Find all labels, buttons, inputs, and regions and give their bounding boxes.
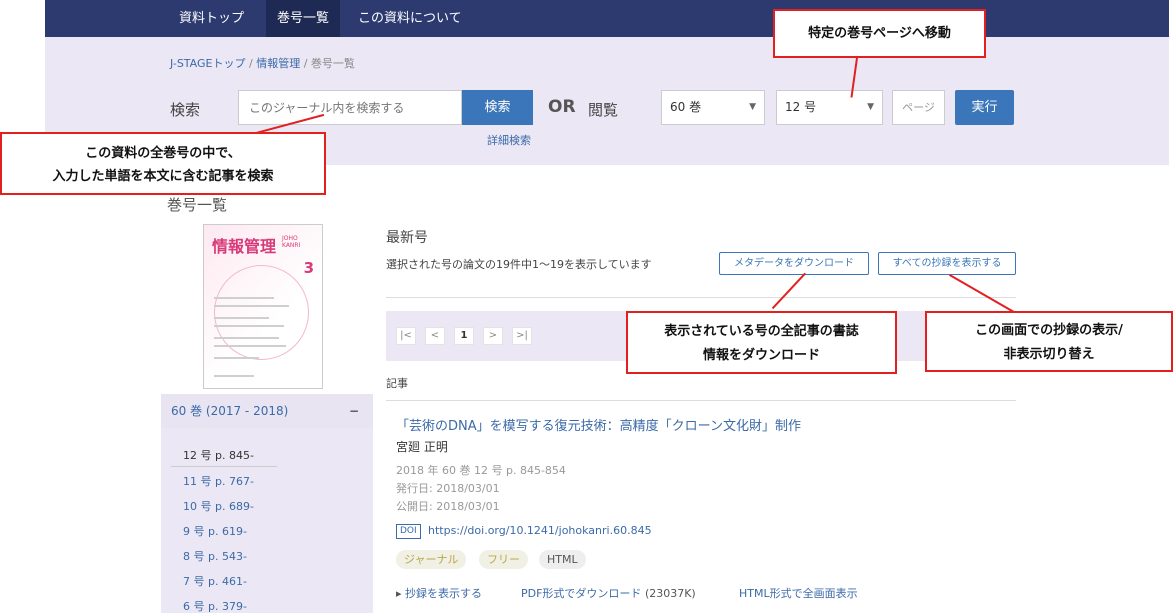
top-nav: 資料トップ 巻号一覧 この資料について: [45, 0, 1169, 37]
nav-item-issue-list[interactable]: 巻号一覧: [266, 0, 341, 37]
cover-text-line: [214, 357, 259, 359]
cover-text-line: [214, 337, 279, 339]
article-title-link[interactable]: 「芸術のDNA」を模写する復元技術：高精度「クローン文化財」制作: [396, 415, 801, 434]
issue-select-value: 12 号: [785, 100, 817, 114]
search-input[interactable]: [238, 90, 462, 125]
doi-badge: DOI: [396, 524, 421, 539]
cover-text-line: [214, 325, 284, 327]
collapse-icon[interactable]: −: [349, 394, 359, 428]
volume-select-value: 60 巻: [670, 100, 702, 114]
pdf-download-link[interactable]: PDF形式でダウンロード (23037K): [521, 585, 696, 601]
next-page-button[interactable]: >: [483, 327, 503, 345]
cover-text-line: [214, 297, 274, 299]
latest-issue-label: 最新号: [386, 230, 428, 246]
volume-label: 60 巻 (2017 - 2018): [171, 404, 289, 418]
breadcrumb-current: 巻号一覧: [310, 57, 355, 70]
html-full-link[interactable]: HTML形式で全画面表示: [739, 585, 858, 601]
issue-item-9[interactable]: 9 号 p. 619-: [183, 523, 247, 539]
search-label: 検索: [170, 101, 201, 119]
breadcrumb-separator: /: [248, 57, 253, 70]
chevron-down-icon: ▼: [867, 102, 874, 112]
breadcrumb-separator: /: [303, 57, 308, 70]
article-issued-date: 発行日: 2018/03/01: [396, 482, 500, 495]
caret-right-icon: ▸: [396, 587, 406, 600]
doi-link[interactable]: https://doi.org/10.1241/johokanri.60.845: [428, 524, 652, 537]
callout-text: 情報をダウンロード: [702, 348, 820, 363]
page-1-button[interactable]: 1: [454, 327, 474, 345]
browse-label: 閲覧: [588, 101, 619, 119]
section-title: 巻号一覧: [167, 196, 228, 214]
callout-abstract: この画面での抄録の表示/ 非表示切り替え: [925, 311, 1173, 372]
issue-list: 12 号 p. 845- 11 号 p. 767- 10 号 p. 689- 9…: [161, 428, 373, 613]
cover-subtitle: JOHO KANRI: [282, 235, 300, 249]
divider: [171, 466, 277, 467]
volume-select[interactable]: 60 巻 ▼: [661, 90, 765, 125]
search-button[interactable]: 検索: [462, 90, 533, 125]
cover-subtitle-line: JOHO: [282, 235, 298, 242]
tag-journal: ジャーナル: [396, 550, 467, 569]
callout-text: この画面での抄録の表示/: [975, 323, 1123, 338]
callout-line: [771, 272, 806, 310]
callout-download: 表示されている号の全記事の書誌 情報をダウンロード: [626, 311, 897, 374]
cover-subtitle-line: KANRI: [282, 242, 301, 249]
article-author: 宮廻 正明: [396, 440, 448, 454]
run-button[interactable]: 実行: [955, 90, 1014, 125]
breadcrumb-journal[interactable]: 情報管理: [256, 57, 300, 70]
callout-search: この資料の全巻号の中で、 入力した単語を本文に含む記事を検索: [0, 132, 326, 195]
cover-text-line: [214, 375, 254, 377]
chevron-down-icon: ▼: [749, 102, 756, 112]
show-abstract-link[interactable]: ▸ 抄録を表示する: [396, 585, 482, 601]
cover-text-line: [214, 345, 286, 347]
show-all-abstracts-button[interactable]: すべての抄録を表示する: [878, 252, 1016, 275]
articles-label: 記事: [386, 377, 408, 390]
volume-header[interactable]: 60 巻 (2017 - 2018) −: [161, 394, 373, 428]
issue-select[interactable]: 12 号 ▼: [776, 90, 883, 125]
callout-text: 入力した単語を本文に含む記事を検索: [52, 169, 274, 184]
result-count: 選択された号の論文の19件中1～19を表示しています: [386, 258, 652, 271]
or-label: OR: [548, 97, 576, 117]
pdf-download-label: PDF形式でダウンロード: [521, 587, 642, 600]
download-metadata-button[interactable]: メタデータをダウンロード: [719, 252, 869, 275]
last-page-button[interactable]: >|: [512, 327, 532, 345]
issue-item-6[interactable]: 6 号 p. 379-: [183, 598, 247, 613]
breadcrumb-jstage[interactable]: J-STAGEトップ: [170, 57, 245, 70]
issue-item-7[interactable]: 7 号 p. 461-: [183, 573, 247, 589]
issue-item-11[interactable]: 11 号 p. 767-: [183, 473, 254, 489]
cover-text-line: [214, 305, 289, 307]
breadcrumb: J-STAGEトップ / 情報管理 / 巻号一覧: [170, 55, 355, 71]
divider: [386, 400, 1016, 401]
article-citation: 2018 年 60 巻 12 号 p. 845-854: [396, 464, 566, 477]
show-abstract-label: 抄録を表示する: [405, 587, 483, 600]
issue-item-8[interactable]: 8 号 p. 543-: [183, 548, 247, 564]
page-input[interactable]: ページ: [892, 90, 945, 125]
advanced-search-link[interactable]: 詳細検索: [487, 132, 531, 148]
journal-cover[interactable]: 情報管理 JOHO KANRI 3: [203, 224, 323, 389]
prev-page-button[interactable]: <: [425, 327, 445, 345]
nav-item-top[interactable]: 資料トップ: [168, 0, 255, 37]
callout-text: 表示されている号の全記事の書誌: [664, 324, 859, 339]
divider: [386, 297, 1016, 298]
tag-html: HTML: [539, 550, 586, 569]
callout-jump: 特定の巻号ページへ移動: [773, 9, 986, 58]
callout-text: 非表示切り替え: [1003, 347, 1095, 362]
callout-text: この資料の全巻号の中で、: [85, 146, 241, 161]
tag-free: フリー: [479, 550, 528, 569]
article-published-date: 公開日: 2018/03/01: [396, 500, 500, 513]
first-page-button[interactable]: |<: [396, 327, 416, 345]
nav-item-about[interactable]: この資料について: [347, 0, 473, 37]
cover-issue-number: 3: [303, 259, 314, 277]
cover-text-line: [214, 317, 269, 319]
cover-title: 情報管理: [212, 237, 277, 256]
pdf-size: (23037K): [644, 587, 696, 600]
issue-item-12[interactable]: 12 号 p. 845-: [183, 447, 254, 463]
issue-item-10[interactable]: 10 号 p. 689-: [183, 498, 254, 514]
